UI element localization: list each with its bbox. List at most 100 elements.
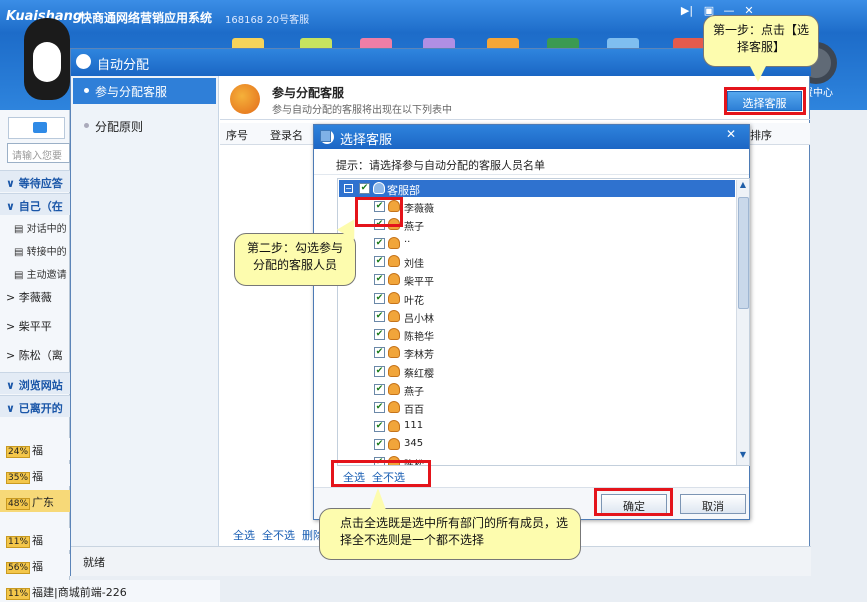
- checkbox[interactable]: ✔: [374, 384, 385, 395]
- visitor-row[interactable]: 11% 福建|商城前端-226: [0, 580, 220, 602]
- dialog-title-bar[interactable]: 自动分配: [71, 49, 811, 76]
- agent-name: 燕子: [404, 387, 424, 398]
- bullet-icon: [84, 88, 89, 93]
- checkbox[interactable]: ✔: [374, 310, 385, 322]
- scroll-thumb[interactable]: [738, 197, 749, 309]
- group-header[interactable]: > 李薇薇: [0, 285, 70, 307]
- tree-item[interactable]: ▤ 对话中的: [0, 216, 70, 238]
- chevron-down-icon: ∨: [6, 379, 19, 392]
- agent-name: 百百: [404, 405, 424, 417]
- checkbox[interactable]: ✔: [374, 347, 385, 359]
- visitor-row[interactable]: 48% 广东: [0, 490, 70, 512]
- agent-row[interactable]: ✔ 刘佳: [338, 253, 734, 271]
- person-icon: [388, 401, 400, 414]
- checkbox[interactable]: ✔: [374, 365, 385, 377]
- checkbox[interactable]: ✔: [374, 292, 385, 304]
- checkbox[interactable]: ✔: [374, 438, 385, 450]
- checkbox[interactable]: ✔: [359, 183, 370, 194]
- select-none-link[interactable]: 全不选: [262, 529, 295, 542]
- scroll-down-icon[interactable]: ▼: [737, 450, 749, 464]
- agent-row[interactable]: ✔ 李林芳: [338, 344, 734, 362]
- checkbox[interactable]: ✔: [374, 402, 385, 414]
- dialog-title-bar[interactable]: 选择客服: [314, 125, 749, 149]
- search-input[interactable]: 请输入您要: [7, 143, 70, 163]
- app-title: 快商通网络营销应用系统: [80, 11, 213, 25]
- agent-row[interactable]: ✔ 345: [338, 436, 734, 454]
- match-percent: 24%: [6, 446, 31, 458]
- close-icon[interactable]: ✕: [718, 127, 744, 144]
- agent-name: 刘佳: [404, 258, 424, 270]
- pin-icon[interactable]: ▶|: [679, 4, 695, 18]
- agent-row[interactable]: ✔ 燕子: [338, 381, 734, 399]
- column-header[interactable]: 登录名: [270, 127, 303, 143]
- checkbox[interactable]: ✔: [374, 329, 385, 341]
- person-icon: [388, 273, 400, 286]
- list-icon: ▤: [14, 224, 27, 235]
- agent-row[interactable]: ✔ 叶花: [338, 290, 734, 308]
- collapse-icon[interactable]: −: [344, 184, 353, 193]
- group-header[interactable]: > 陈松（离: [0, 343, 70, 365]
- tree-node-department[interactable]: − ✔ 客服部: [339, 180, 735, 197]
- highlight-choose-button: [724, 87, 806, 115]
- agent-row[interactable]: ✔ 吕小林: [338, 308, 734, 326]
- visitor-label: 福建|商城前端-226: [32, 586, 127, 599]
- agent-row[interactable]: ✔ 柴平平: [338, 271, 734, 289]
- checkbox[interactable]: ✔: [374, 255, 385, 267]
- row-label: 李薇薇: [18, 291, 52, 304]
- group-header[interactable]: ∨ 自己（在: [0, 193, 70, 215]
- person-icon: [388, 437, 400, 450]
- chevron-right-icon: >: [6, 291, 19, 304]
- person-icon: [388, 291, 400, 304]
- visitor-row[interactable]: 35% 福: [0, 464, 70, 486]
- scrollbar[interactable]: ▲ ▼: [736, 180, 749, 465]
- column-header[interactable]: 序号: [226, 127, 248, 143]
- callout-step1: 第一步：点击【选择客服】: [703, 15, 819, 67]
- agent-row[interactable]: ✔ 111: [338, 418, 734, 436]
- checkbox[interactable]: ✔: [374, 420, 385, 432]
- agent-name: 燕子: [404, 222, 424, 234]
- row-label: 自己（在: [18, 200, 63, 213]
- user-info: 168168 20号客服: [225, 11, 309, 26]
- visitor-row[interactable]: 56% 福: [0, 554, 70, 576]
- left-panel: 请输入您要 ∨ 等待应答 ∨ 自己（在 ▤ 对话中的 ▤ 转接中的 ▤ 主动邀请 > 李薇…: [0, 110, 220, 602]
- bullet-icon: [84, 123, 89, 128]
- select-all-link[interactable]: 全选: [233, 529, 255, 542]
- group-header[interactable]: ∨ 浏览网站: [0, 372, 70, 394]
- tree-item[interactable]: ▤ 转接中的: [0, 239, 70, 261]
- book-icon: [320, 130, 331, 142]
- highlight-checkbox: [355, 197, 403, 227]
- scroll-up-icon[interactable]: ▲: [737, 180, 749, 194]
- column-header[interactable]: 排序: [750, 127, 772, 143]
- match-percent: 35%: [6, 472, 31, 484]
- row-label: 主动邀请: [26, 270, 67, 281]
- checkbox[interactable]: ✔: [374, 237, 385, 249]
- nav-label: 分配原则: [95, 120, 144, 134]
- callout-step3: 点击全选既是选中所有部门的所有成员，选择全不选则是一个都不选择: [319, 508, 581, 560]
- visitor-label: 福: [32, 534, 44, 547]
- tree-item[interactable]: ▤ 主动邀请: [0, 262, 70, 284]
- nav-label: 参与分配客服: [95, 85, 168, 99]
- nav-item-assign-rules[interactable]: 分配原则: [73, 113, 216, 139]
- group-header[interactable]: > 柴平平: [0, 314, 70, 336]
- agent-row[interactable]: ✔ 陈艳华: [338, 326, 734, 344]
- group-header[interactable]: ∨ 等待应答: [0, 170, 70, 192]
- person-icon: [388, 346, 400, 359]
- group-header[interactable]: ∨ 已离开的: [0, 395, 70, 417]
- highlight-select-links: [331, 460, 431, 487]
- cancel-button[interactable]: 取消: [680, 494, 746, 514]
- agent-row[interactable]: ✔ 蔡红樱: [338, 363, 734, 381]
- agent-row[interactable]: ✔ 百百: [338, 399, 734, 417]
- checkbox[interactable]: ✔: [374, 274, 385, 286]
- chat-tab[interactable]: [8, 117, 65, 139]
- nav-item-participating-agents[interactable]: 参与分配客服: [73, 78, 216, 104]
- row-label: 转接中的: [26, 247, 67, 258]
- row-label: 对话中的: [26, 224, 67, 235]
- row-label: 等待应答: [18, 177, 63, 190]
- dialog-title: 选择客服: [340, 133, 393, 148]
- group-icon: [373, 182, 385, 194]
- section-subtitle: 参与自动分配的客服将出现在以下列表中: [272, 105, 452, 116]
- row-label: 已离开的: [18, 402, 63, 415]
- visitor-row[interactable]: 24% 福: [0, 438, 70, 460]
- agent-row[interactable]: ✔ ··: [338, 235, 734, 253]
- visitor-row[interactable]: 11% 福: [0, 528, 70, 550]
